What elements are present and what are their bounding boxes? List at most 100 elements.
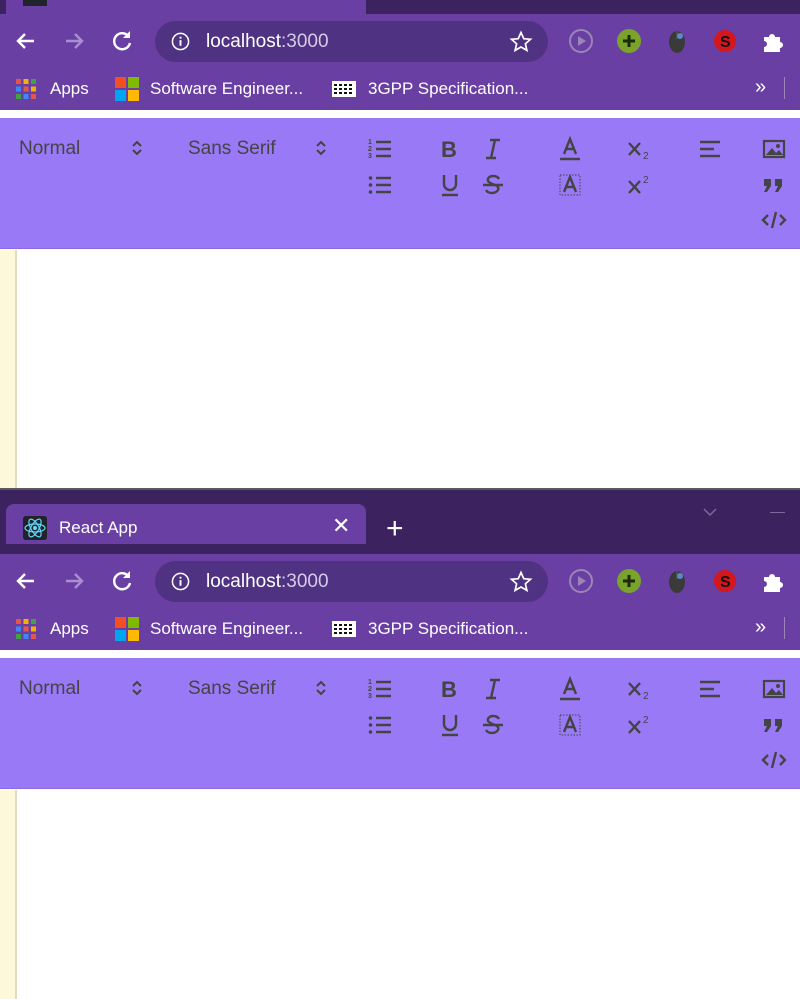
bookmark-software-engineer[interactable]: Software Engineer... xyxy=(115,617,315,641)
bookmark-software-engineer[interactable]: Software Engineer... xyxy=(115,77,315,101)
font-picker[interactable]: Sans Serif xyxy=(188,678,276,700)
bold-button[interactable]: B xyxy=(437,676,463,702)
tab-strip: React App ✕ + xyxy=(0,490,800,554)
code-block-button[interactable] xyxy=(761,747,787,773)
bullet-list-button[interactable] xyxy=(367,712,393,738)
bold-icon: B xyxy=(441,677,457,702)
bookmark-3gpp[interactable]: 3GPP Specification... xyxy=(332,77,542,101)
puzzle-extensions-icon[interactable] xyxy=(760,568,786,594)
text-color-button[interactable] xyxy=(557,135,583,162)
site-info-icon[interactable] xyxy=(171,572,190,591)
code-block-button[interactable] xyxy=(761,207,787,233)
strike-button[interactable] xyxy=(480,712,506,738)
url-text: localhost:3000 xyxy=(206,31,329,52)
reload-button[interactable] xyxy=(108,27,136,55)
quill-toolbar: Normal Sans Serif 123 B 2 2 xyxy=(0,118,800,249)
tab-title: React App xyxy=(59,518,138,537)
header-picker[interactable]: Normal xyxy=(19,678,80,700)
text-color-button[interactable] xyxy=(557,675,583,702)
mouse-extension-icon[interactable] xyxy=(664,28,690,54)
ordered-list-button[interactable]: 123 xyxy=(367,676,393,702)
bookmarks-more-button[interactable]: » xyxy=(755,76,766,99)
editor-content[interactable] xyxy=(0,790,800,999)
reload-icon xyxy=(113,571,132,591)
browser-toolbar: localhost:3000 S xyxy=(0,14,800,67)
bookmark-apps[interactable]: Apps xyxy=(14,617,94,641)
3gpp-logo-icon xyxy=(332,621,356,637)
tab-react-app[interactable]: React App ✕ xyxy=(6,504,366,544)
italic-button[interactable] xyxy=(480,676,506,702)
strike-button[interactable] xyxy=(480,172,506,198)
microsoft-logo-icon xyxy=(115,77,139,101)
editor-content[interactable] xyxy=(0,250,800,490)
bookmark-star-icon[interactable] xyxy=(509,570,533,594)
add-extension-icon[interactable] xyxy=(616,28,642,54)
blockquote-button[interactable] xyxy=(761,172,787,198)
new-tab-button[interactable]: + xyxy=(386,514,404,544)
site-info-icon[interactable] xyxy=(171,32,190,51)
s-extension-icon[interactable]: S xyxy=(712,568,738,594)
subscript-button[interactable]: 2 xyxy=(627,136,653,162)
minimize-icon[interactable] xyxy=(770,512,785,513)
reload-button[interactable] xyxy=(108,567,136,595)
subscript-button[interactable]: 2 xyxy=(627,676,653,702)
forward-arrow-icon xyxy=(66,573,84,589)
italic-button[interactable] xyxy=(480,136,506,162)
header-picker-arrow-icon[interactable] xyxy=(131,139,143,157)
media-play-extension-icon[interactable] xyxy=(568,28,594,54)
underline-button[interactable] xyxy=(437,172,463,198)
align-button[interactable] xyxy=(697,136,723,162)
bookmarks-more-button[interactable]: » xyxy=(755,616,766,639)
background-color-button[interactable] xyxy=(557,712,583,738)
browser-window-bottom: React App ✕ + localhost:3000 S Apps Soft… xyxy=(0,490,800,999)
background-color-button[interactable] xyxy=(557,172,583,198)
bold-button[interactable]: B xyxy=(437,136,463,162)
bookmark-3gpp[interactable]: 3GPP Specification... xyxy=(332,617,542,641)
background-color-icon xyxy=(559,173,581,196)
ordered-list-button[interactable]: 123 xyxy=(367,136,393,162)
underline-icon xyxy=(442,175,458,197)
forward-button[interactable] xyxy=(60,567,88,595)
bold-icon: B xyxy=(441,137,457,162)
italic-icon xyxy=(486,678,500,700)
blockquote-button[interactable] xyxy=(761,712,787,738)
apps-grid-icon xyxy=(16,79,36,99)
underline-button[interactable] xyxy=(437,712,463,738)
address-bar[interactable]: localhost:3000 xyxy=(155,561,548,602)
superscript-button[interactable]: 2 xyxy=(627,172,653,198)
forward-button[interactable] xyxy=(60,27,88,55)
bookmark-star-icon[interactable] xyxy=(509,30,533,54)
blockquote-icon xyxy=(764,179,782,192)
add-extension-icon[interactable] xyxy=(616,568,642,594)
image-button[interactable] xyxy=(761,676,787,702)
font-picker[interactable]: Sans Serif xyxy=(188,138,276,160)
align-left-icon xyxy=(700,140,720,158)
align-left-icon xyxy=(700,680,720,698)
back-button[interactable] xyxy=(12,27,40,55)
text-color-icon xyxy=(560,675,580,701)
bullet-list-button[interactable] xyxy=(367,172,393,198)
tab-search-chevron-icon[interactable] xyxy=(702,506,718,518)
tab-close-icon[interactable]: ✕ xyxy=(332,515,350,537)
media-play-extension-icon[interactable] xyxy=(568,568,594,594)
font-picker-arrow-icon[interactable] xyxy=(315,679,327,697)
react-favicon-icon xyxy=(23,516,47,540)
s-extension-icon[interactable]: S xyxy=(712,28,738,54)
svg-text:S: S xyxy=(720,574,731,591)
mouse-extension-icon[interactable] xyxy=(664,568,690,594)
bullet-list-icon xyxy=(368,176,391,194)
address-bar[interactable]: localhost:3000 xyxy=(155,21,548,62)
ordered-list-icon: 123 xyxy=(368,139,391,160)
header-picker[interactable]: Normal xyxy=(19,138,80,160)
superscript-button[interactable]: 2 xyxy=(627,712,653,738)
font-picker-arrow-icon[interactable] xyxy=(315,139,327,157)
align-button[interactable] xyxy=(697,676,723,702)
header-picker-arrow-icon[interactable] xyxy=(131,679,143,697)
puzzle-extensions-icon[interactable] xyxy=(760,28,786,54)
bookmarks-bar: Apps Software Engineer... 3GPP Specifica… xyxy=(0,67,800,110)
bookmarks-separator xyxy=(784,617,785,639)
bookmark-apps[interactable]: Apps xyxy=(14,77,94,101)
back-button[interactable] xyxy=(12,567,40,595)
image-button[interactable] xyxy=(761,136,787,162)
tab-active-partial[interactable] xyxy=(6,0,366,14)
